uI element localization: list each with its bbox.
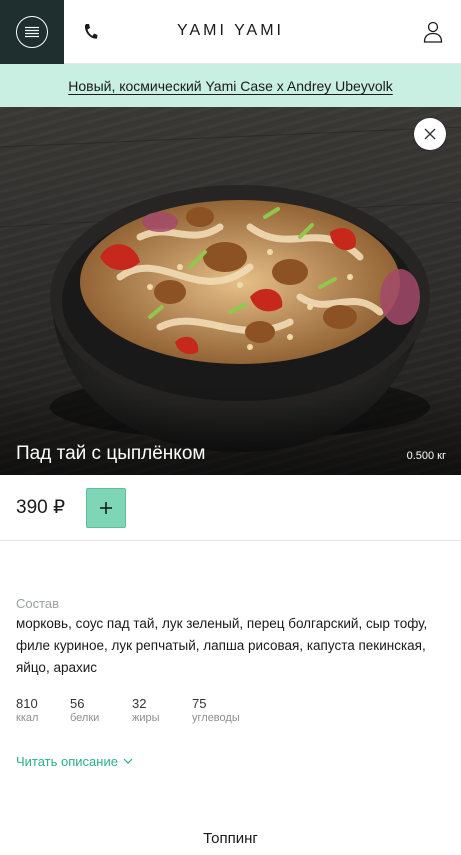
read-description-link[interactable]: Читать описание xyxy=(16,754,133,769)
nutrient-kcal: 810 ккал xyxy=(16,696,70,724)
menu-button[interactable] xyxy=(0,0,64,64)
nutrients: 810 ккал 56 белки 32 жиры 75 углеводы xyxy=(16,696,272,724)
topping-title: Топпинг xyxy=(203,830,258,847)
add-to-cart-button[interactable] xyxy=(86,488,126,528)
close-button[interactable] xyxy=(414,118,446,150)
nutrient-carbs: 75 углеводы xyxy=(192,696,272,724)
nutrient-value: 75 xyxy=(192,696,207,711)
user-icon xyxy=(423,21,443,43)
nutrient-value: 810 xyxy=(16,696,38,711)
nutrient-label: жиры xyxy=(132,712,160,724)
promo-link[interactable]: Новый, космический Yami Case x Andrey Ub… xyxy=(68,78,393,94)
phone-icon xyxy=(84,24,98,39)
price: 390 ₽ xyxy=(16,497,66,518)
header: YAMI YAMI xyxy=(0,0,461,64)
price-row: 390 ₽ xyxy=(0,475,461,541)
nutrient-protein: 56 белки xyxy=(70,696,132,724)
nutrient-label: углеводы xyxy=(192,712,240,724)
user-button[interactable] xyxy=(421,20,445,44)
nutrient-label: ккал xyxy=(16,712,39,724)
dish-title: Пад тай с цыплёнком xyxy=(16,443,206,464)
nutrient-fat: 32 жиры xyxy=(132,696,192,724)
dish-image: Пад тай с цыплёнком 0.500 кг xyxy=(0,107,461,475)
chevron-down-icon xyxy=(123,758,133,765)
close-icon xyxy=(424,128,436,140)
promo-banner: Новый, космический Yami Case x Andrey Ub… xyxy=(0,64,461,107)
composition-text: морковь, соус пад тай, лук зеленый, пере… xyxy=(16,616,428,675)
composition-label: Состав xyxy=(16,596,60,611)
menu-icon xyxy=(16,16,48,48)
nutrient-value: 56 xyxy=(70,696,85,711)
plus-icon xyxy=(100,502,112,514)
read-description-label: Читать описание xyxy=(16,754,118,769)
phone-button[interactable] xyxy=(78,20,102,44)
dish-weight: 0.500 кг xyxy=(406,450,446,462)
nutrient-value: 32 xyxy=(132,696,147,711)
logo[interactable]: YAMI YAMI xyxy=(0,22,461,40)
nutrient-label: белки xyxy=(70,712,100,724)
